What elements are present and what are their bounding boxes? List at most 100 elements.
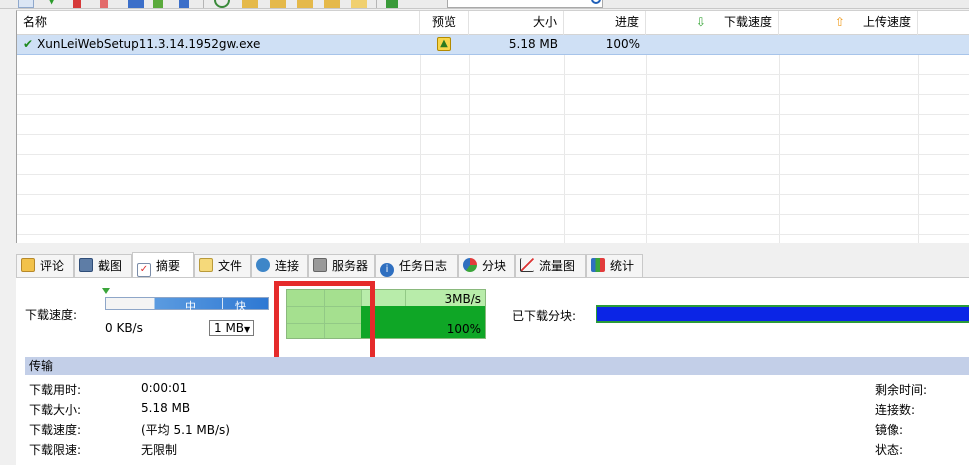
add-icon[interactable] [18,0,34,8]
options-icon[interactable] [128,0,144,8]
status-label: 状态: [875,443,904,457]
slider-medium-label: 中 [185,300,196,313]
tab-files[interactable]: 文件 [194,254,251,278]
tab-screenshot-label: 截图 [98,259,123,273]
list-header: 名称 预览 大小 进度 ⇩ 下载速度 ⇧ 上传速度 [17,11,969,35]
comment-icon [21,258,35,272]
graph-progress-label: 100% [446,322,481,336]
tab-connections[interactable]: 连接 [251,254,308,278]
average-speed-label: 下载速度: [29,423,82,437]
slider-divider [222,298,223,309]
tab-servers-label: 服务器 [332,259,369,273]
download-list: 名称 预览 大小 进度 ⇩ 下载速度 ⇧ 上传速度 ✔ XunLeiWebSetup1… [16,10,969,243]
column-header-upload-speed[interactable]: ⇧ 上传速度 [779,11,918,35]
file-icon [199,258,213,272]
speed-limit-select[interactable]: 1 MB▼ [209,320,254,336]
tab-traffic-chart[interactable]: 流量图 [515,254,586,278]
graph-max-label: 3MB/s [444,292,481,306]
chevron-down-icon: ▼ [244,325,251,334]
open-folder-icon[interactable] [270,0,286,8]
refresh-icon[interactable] [214,0,230,8]
summary-panel: 下载速度: 中 快 0 KB/s 1 MB▼ 3MB/s 100% 已下载分块:… [16,277,969,465]
connection-icon [256,258,270,272]
tab-screenshot[interactable]: 截图 [74,254,132,278]
mirrors-label: 镜像: [875,423,904,437]
download-speed-label: 下载速度: [25,308,78,322]
toolbar: ▼ [0,0,969,9]
stats-icon [591,258,605,272]
tab-servers[interactable]: 服务器 [308,254,375,278]
downloaded-chunks-bar [596,305,969,323]
tab-task-log-label: 任务日志 [399,259,448,273]
file-size: 5.18 MB [508,37,558,51]
search-input[interactable] [447,0,603,8]
properties-icon[interactable] [351,0,367,8]
preview-icon[interactable]: ▲ [437,37,451,51]
tab-summary-label: 摘要 [156,259,181,273]
speed-limit-value: 1 MB [214,321,245,335]
server-icon [313,258,327,272]
highlight-box [274,281,375,368]
empty-row [17,75,969,95]
tab-statistics[interactable]: 统计 [586,254,643,278]
column-header-name[interactable]: 名称 [17,11,420,35]
empty-row [17,115,969,135]
file-name-cell: ✔ XunLeiWebSetup11.3.14.1952gw.exe [17,35,420,55]
info-icon: i [380,263,394,277]
tab-comments[interactable]: 评论 [16,254,74,278]
file-name: XunLeiWebSetup11.3.14.1952gw.exe [37,37,261,51]
downloaded-size-label: 下载大小: [29,403,82,417]
tab-chunks-label: 分块 [482,259,507,273]
toolbar-separator [376,0,377,8]
downloaded-size-value: 5.18 MB [141,401,191,415]
speed-limit-label: 下载限速: [29,443,82,457]
tab-files-label: 文件 [218,259,243,273]
column-header-size[interactable]: 大小 [469,11,564,35]
column-header-progress[interactable]: 进度 [564,11,646,35]
slider-fast-label: 快 [235,300,246,313]
tab-task-log[interactable]: i 任务日志 [375,254,458,278]
speed-marker-icon[interactable] [102,288,110,294]
column-header-download-speed[interactable]: ⇩ 下载速度 [646,11,779,35]
empty-row [17,215,969,235]
traffic-chart-icon [520,258,534,272]
toolbar-separator [203,0,204,8]
elapsed-time-value: 0:00:01 [141,381,188,395]
table-row[interactable]: ✔ XunLeiWebSetup11.3.14.1952gw.exe ▲ 5.18… [17,35,969,55]
summary-icon: ✓ [137,263,151,277]
tab-statistics-label: 统计 [610,259,635,273]
downloaded-chunks-label: 已下载分块: [512,309,577,323]
delete-icon[interactable] [100,0,108,8]
empty-row [17,135,969,155]
empty-row [17,155,969,175]
current-speed: 0 KB/s [105,321,143,335]
start-icon[interactable]: ▼ [47,0,63,8]
tab-traffic-chart-label: 流量图 [539,259,576,273]
stop-icon[interactable] [73,0,81,8]
file-open-icon[interactable] [297,0,313,8]
empty-row [17,175,969,195]
average-speed-value: (平均 5.1 MB/s) [141,423,230,437]
speed-limit-status: 无限制 [141,443,178,457]
detail-tabs: 评论 截图 ✓ 摘要 文件 连接 服务器 i 任务日志 分块 流量图 统计 [16,252,969,278]
empty-row [17,95,969,115]
pie-icon [463,258,477,272]
scheduler-icon[interactable] [179,0,189,8]
download-speed-label: 下载速度 [723,15,772,29]
remaining-time-label: 剩余时间: [875,383,928,397]
transfer-section-header: 传输 [25,357,969,375]
file-progress: 100% [605,37,640,51]
column-header-preview[interactable]: 预览 [420,11,469,35]
tab-chunks[interactable]: 分块 [458,254,515,278]
tab-connections-label: 连接 [275,259,300,273]
connections-label: 连接数: [875,403,916,417]
file-move-icon[interactable] [324,0,340,8]
screenshot-icon [79,258,93,272]
empty-row [17,195,969,215]
add-download-icon[interactable] [386,0,398,8]
tab-comments-label: 评论 [40,259,65,273]
folder-icon[interactable] [242,0,258,8]
check-all-icon[interactable] [153,0,163,8]
down-arrow-icon: ⇩ [695,15,706,29]
tab-summary[interactable]: ✓ 摘要 [132,252,194,278]
